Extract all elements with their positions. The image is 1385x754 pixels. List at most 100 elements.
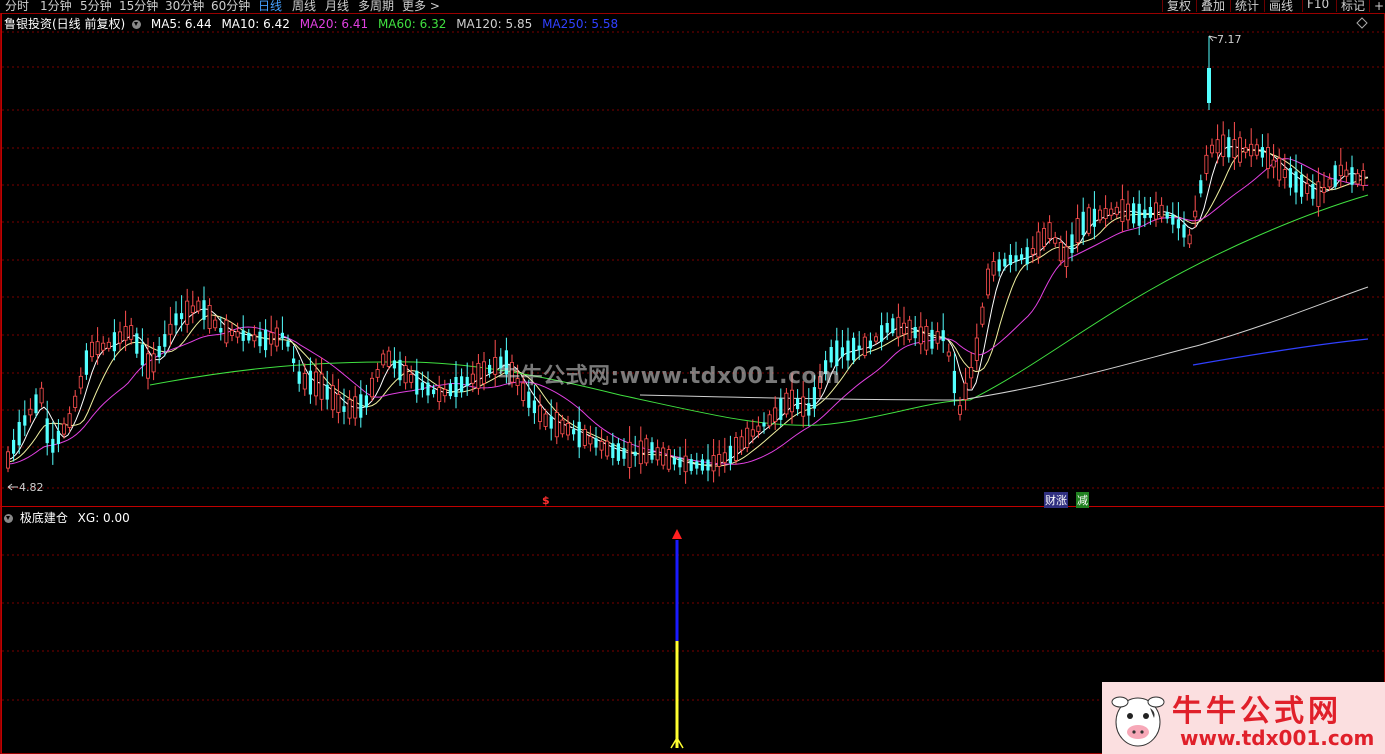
indicator-dropdown-icon[interactable] [4, 514, 13, 523]
candle-body [34, 394, 38, 414]
candle-body [196, 300, 201, 312]
candle-body [773, 407, 778, 422]
candle-body [481, 361, 486, 384]
candle-body [1227, 137, 1231, 158]
candle-body [1333, 165, 1337, 187]
candle-body [1025, 247, 1029, 265]
candle-body [241, 330, 245, 341]
indicator-value: XG: 0.00 [77, 511, 130, 525]
candle-body [386, 350, 391, 367]
candle-body [1221, 134, 1226, 157]
candle-body [67, 413, 72, 428]
candle-body [790, 389, 795, 413]
candle-body [527, 391, 531, 408]
candle-body [202, 300, 206, 320]
candle-body [588, 436, 593, 445]
candle-body [1249, 143, 1254, 157]
candle-body [560, 419, 565, 435]
event-dollar[interactable]: $ [542, 494, 550, 507]
candle-body [594, 438, 598, 448]
candle-body [448, 383, 452, 397]
candle-body [319, 373, 324, 400]
candle-body [432, 389, 436, 395]
candle-body [572, 429, 576, 435]
candle-body [95, 341, 100, 355]
candle-body [896, 316, 901, 338]
candle-body [935, 331, 940, 344]
candle-body [549, 416, 553, 429]
watermark-text: 牛牛公式网:www.tdx001.com [498, 364, 841, 389]
candle-body [1064, 246, 1069, 267]
candle-body [381, 353, 386, 366]
candle-body [342, 406, 346, 412]
candle-body [739, 436, 744, 451]
candle-body [1030, 248, 1035, 255]
candle-body [302, 372, 307, 390]
candle-body [1243, 147, 1248, 153]
candle-body [543, 413, 548, 427]
candle-body [56, 430, 60, 444]
candle-body [1260, 147, 1264, 158]
candle-body [1137, 203, 1141, 226]
candle-body [426, 382, 430, 396]
candle-body [706, 459, 710, 471]
candle-body [762, 422, 766, 427]
candle-body [1344, 169, 1349, 177]
diamond-icon[interactable] [1356, 17, 1368, 29]
candle-body [465, 376, 469, 386]
candle-body [1176, 219, 1180, 229]
candle-body [460, 376, 464, 393]
candle-body [784, 392, 789, 415]
candle-body [398, 359, 402, 381]
candle-body [807, 403, 811, 416]
candle-body [885, 323, 889, 333]
candle-body [997, 259, 1001, 272]
candle-body [123, 326, 128, 341]
candle-body [622, 448, 626, 459]
candle-body [907, 319, 912, 341]
candle-body [118, 331, 123, 344]
candle-body [902, 322, 907, 335]
high-arrow-icon [1208, 35, 1218, 42]
candle-body [734, 437, 739, 461]
candle-body [1271, 159, 1276, 168]
indicator-name[interactable]: 极底建仓 [20, 511, 68, 525]
candle-body [840, 347, 844, 357]
low-price-label: 4.82 [19, 481, 44, 494]
candle-body [577, 421, 581, 448]
candle-body [1092, 208, 1096, 227]
high-candle-body [1207, 68, 1211, 103]
candle-body [12, 439, 16, 454]
candle-body [174, 313, 178, 326]
candle-body [678, 457, 682, 468]
candle-body [611, 443, 615, 458]
candle-body [145, 353, 150, 379]
candle-body [180, 313, 184, 320]
candle-body [695, 461, 699, 469]
candle-body [1300, 174, 1304, 197]
candle-body [1232, 139, 1237, 159]
candle-body [297, 371, 301, 384]
candle-body [90, 341, 95, 358]
ma250-line [1192, 338, 1369, 366]
candle-body [1316, 181, 1321, 207]
candle-body [1114, 206, 1119, 215]
candle-body [45, 418, 49, 444]
candle-body [224, 319, 229, 344]
candle-body [969, 366, 974, 379]
candle-body [918, 326, 923, 345]
logo-title: 牛牛公式网 [1172, 694, 1342, 729]
candle-body [129, 325, 134, 340]
candle-body [1311, 184, 1315, 199]
candle-body [235, 331, 240, 338]
candle-body [717, 454, 722, 467]
candle-body [269, 332, 274, 345]
candle-body [1193, 210, 1198, 218]
candle-body [1120, 199, 1125, 222]
event-caizhang[interactable]: 财涨 [1044, 492, 1068, 508]
candle-body [745, 427, 750, 448]
candle-body [700, 459, 704, 471]
candle-body [190, 305, 195, 314]
event-jian[interactable]: 减 [1076, 492, 1089, 508]
candle-body [1020, 254, 1024, 260]
